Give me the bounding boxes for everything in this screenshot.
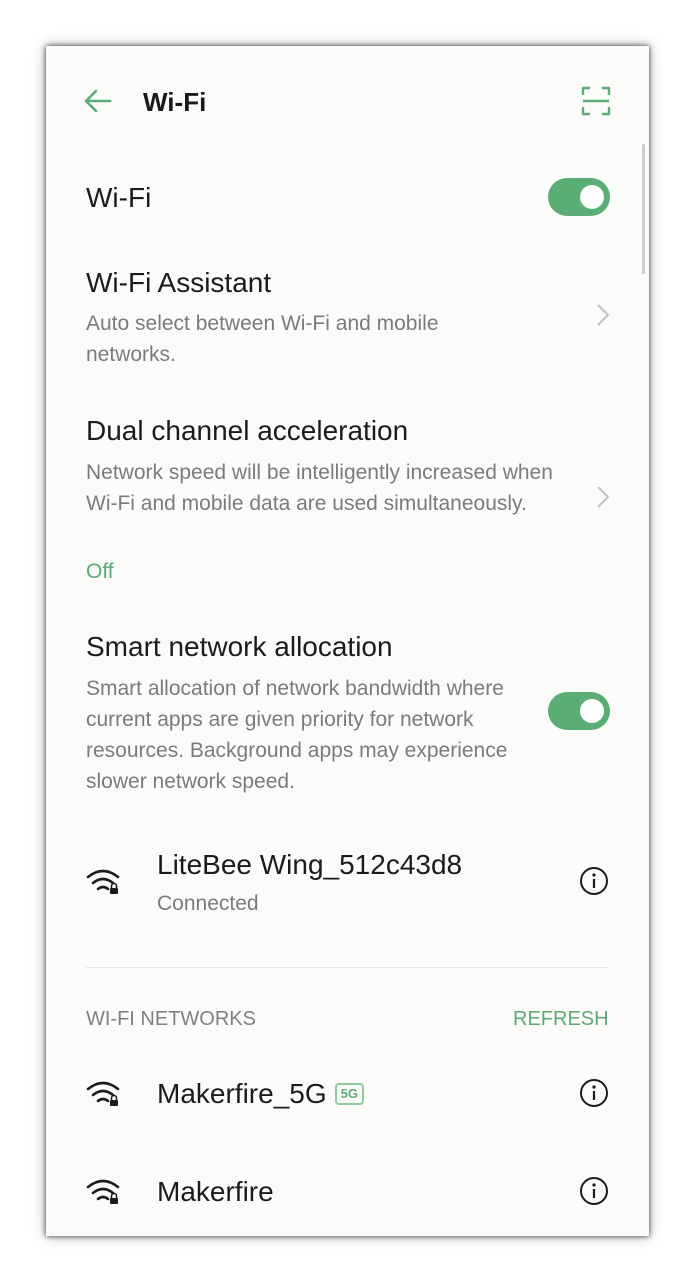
dual-channel-title: Dual channel acceleration xyxy=(86,415,409,446)
connected-network-status: Connected xyxy=(157,892,259,915)
network-list-item[interactable]: Makerfire xyxy=(46,1154,649,1230)
smart-network-toggle[interactable] xyxy=(548,692,610,730)
smart-network-description: Smart allocation of network bandwidth wh… xyxy=(86,677,508,793)
divider xyxy=(86,967,609,968)
dual-channel-description: Network speed will be intelligently incr… xyxy=(86,461,553,515)
network-name-row: Makerfire_5G 5G xyxy=(157,1077,364,1111)
toggle-knob xyxy=(580,699,604,723)
band-badge: 5G xyxy=(334,1083,364,1105)
qr-scan-icon[interactable] xyxy=(581,86,611,116)
page-title: Wi-Fi xyxy=(143,87,207,117)
scrollbar[interactable] xyxy=(642,144,645,274)
info-icon[interactable] xyxy=(579,1176,609,1206)
wifi-locked-icon xyxy=(86,869,120,894)
network-name: Makerfire_5G xyxy=(157,1078,327,1109)
network-list-item[interactable]: Makerfire_5G 5G xyxy=(46,1056,649,1132)
network-name: Makerfire xyxy=(157,1176,274,1207)
refresh-button[interactable]: REFRESH xyxy=(513,1007,609,1031)
wifi-toggle[interactable] xyxy=(548,178,610,216)
wifi-assistant-row[interactable]: Wi-Fi Assistant Auto select between Wi-F… xyxy=(46,256,649,376)
chevron-right-icon xyxy=(597,304,610,326)
wifi-locked-icon xyxy=(86,1179,120,1204)
info-icon[interactable] xyxy=(579,866,609,896)
wifi-locked-icon xyxy=(86,1081,120,1106)
settings-screen: Wi-Fi Wi-Fi Wi-Fi Assistant Auto select … xyxy=(46,46,649,1236)
dual-channel-status: Off xyxy=(86,560,114,583)
back-arrow-icon[interactable] xyxy=(82,85,114,117)
info-icon[interactable] xyxy=(579,1078,609,1108)
section-header-wifi-networks: WI-FI NETWORKS xyxy=(86,1008,256,1030)
connected-network-row[interactable]: LiteBee Wing_512c43d8 Connected xyxy=(46,836,649,936)
dual-channel-row[interactable]: Dual channel acceleration Network speed … xyxy=(46,406,649,596)
chevron-right-icon xyxy=(597,486,610,508)
toggle-knob xyxy=(580,185,604,209)
smart-network-title: Smart network allocation xyxy=(86,631,393,662)
wifi-assistant-title: Wi-Fi Assistant xyxy=(86,267,272,298)
connected-network-name: LiteBee Wing_512c43d8 xyxy=(157,849,463,880)
wifi-assistant-description: Auto select between Wi-Fi and mobile net… xyxy=(86,312,439,366)
wifi-toggle-label: Wi-Fi xyxy=(86,182,152,213)
